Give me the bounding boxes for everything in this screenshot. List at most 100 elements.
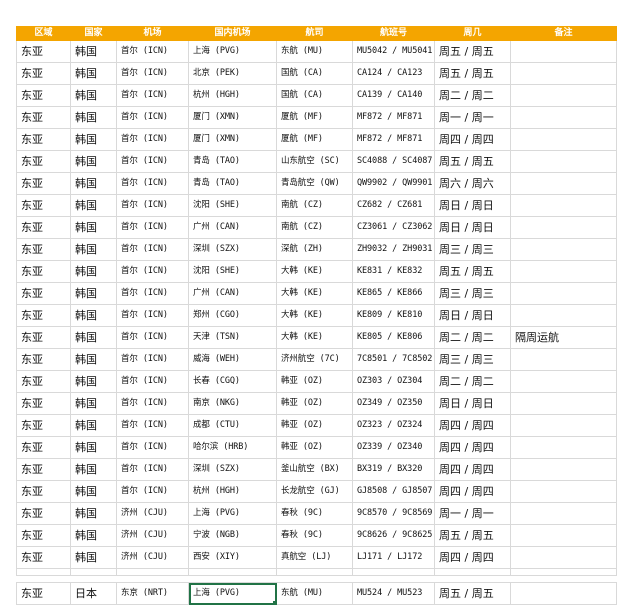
cell-country[interactable]: 韩国 [70,216,117,239]
cell-airline[interactable]: 东航 (MU) [276,582,353,605]
cell-remark[interactable] [510,128,617,151]
cell-remark[interactable]: 隔周运航 [510,326,617,349]
cell-region[interactable]: 东亚 [16,150,71,173]
cell-domestic-airport[interactable]: 青岛 (TAO) [188,150,277,173]
cell-airport[interactable]: 首尔 (ICN) [116,436,189,459]
cell-flight-number[interactable]: KE831 / KE832 [352,260,435,283]
cell-airport[interactable]: 首尔 (ICN) [116,40,189,63]
cell-airport[interactable]: 首尔 (ICN) [116,392,189,415]
cell-weekday[interactable]: 周四 / 周四 [434,128,511,151]
cell-airline[interactable]: 大韩 (KE) [276,260,353,283]
cell-domestic-airport[interactable]: 厦门 (XMN) [188,106,277,129]
empty-cell[interactable] [16,575,71,583]
cell-weekday[interactable]: 周三 / 周三 [434,282,511,305]
cell-remark[interactable] [510,582,617,605]
cell-country[interactable]: 韩国 [70,458,117,481]
cell-remark[interactable] [510,370,617,393]
cell-region[interactable]: 东亚 [16,546,71,569]
cell-domestic-airport[interactable]: 成都 (CTU) [188,414,277,437]
cell-remark[interactable] [510,62,617,85]
empty-cell[interactable] [276,568,353,576]
cell-remark[interactable] [510,480,617,503]
cell-airport[interactable]: 首尔 (ICN) [116,84,189,107]
cell-flight-number[interactable]: CZ682 / CZ681 [352,194,435,217]
cell-weekday[interactable]: 周二 / 周二 [434,326,511,349]
empty-cell[interactable] [434,575,511,583]
cell-airport[interactable]: 首尔 (ICN) [116,260,189,283]
cell-airport[interactable]: 首尔 (ICN) [116,348,189,371]
cell-remark[interactable] [510,216,617,239]
cell-airline[interactable]: 春秋 (9C) [276,502,353,525]
cell-flight-number[interactable]: 7C8501 / 7C8502 [352,348,435,371]
cell-country[interactable]: 韩国 [70,502,117,525]
cell-remark[interactable] [510,502,617,525]
cell-flight-number[interactable]: QW9902 / QW9901 [352,172,435,195]
cell-region[interactable]: 东亚 [16,582,71,605]
cell-domestic-airport[interactable]: 杭州 (HGH) [188,84,277,107]
cell-airline[interactable]: 厦航 (MF) [276,106,353,129]
cell-airline[interactable]: 韩亚 (OZ) [276,392,353,415]
cell-weekday[interactable]: 周五 / 周五 [434,524,511,547]
cell-flight-number[interactable]: KE865 / KE866 [352,282,435,305]
cell-flight-number[interactable]: OZ303 / OZ304 [352,370,435,393]
selected-cell-domestic-airport[interactable]: 上海 (PVG) [188,582,277,605]
cell-region[interactable]: 东亚 [16,282,71,305]
cell-weekday[interactable]: 周日 / 周日 [434,194,511,217]
cell-country[interactable]: 韩国 [70,480,117,503]
cell-domestic-airport[interactable]: 哈尔滨 (HRB) [188,436,277,459]
cell-airline[interactable]: 济州航空 (7C) [276,348,353,371]
cell-country[interactable]: 韩国 [70,304,117,327]
cell-airline[interactable]: 深航 (ZH) [276,238,353,261]
cell-domestic-airport[interactable]: 沈阳 (SHE) [188,194,277,217]
cell-region[interactable]: 东亚 [16,238,71,261]
cell-region[interactable]: 东亚 [16,502,71,525]
cell-weekday[interactable]: 周四 / 周四 [434,414,511,437]
cell-remark[interactable] [510,84,617,107]
cell-flight-number[interactable]: OZ339 / OZ340 [352,436,435,459]
cell-country[interactable]: 日本 [70,582,117,605]
cell-airport[interactable]: 济州 (CJU) [116,502,189,525]
cell-airport[interactable]: 首尔 (ICN) [116,172,189,195]
cell-country[interactable]: 韩国 [70,40,117,63]
cell-domestic-airport[interactable]: 广州 (CAN) [188,282,277,305]
cell-region[interactable]: 东亚 [16,392,71,415]
cell-airport[interactable]: 首尔 (ICN) [116,326,189,349]
cell-flight-number[interactable]: BX319 / BX320 [352,458,435,481]
empty-cell[interactable] [16,568,71,576]
cell-remark[interactable] [510,348,617,371]
column-header-country[interactable]: 国家 [70,26,117,41]
cell-airport[interactable]: 首尔 (ICN) [116,106,189,129]
cell-weekday[interactable]: 周四 / 周四 [434,546,511,569]
cell-airport[interactable]: 首尔 (ICN) [116,480,189,503]
cell-airport[interactable]: 济州 (CJU) [116,524,189,547]
cell-flight-number[interactable]: 9C8626 / 9C8625 [352,524,435,547]
cell-domestic-airport[interactable]: 北京 (PEK) [188,62,277,85]
cell-airline[interactable]: 春秋 (9C) [276,524,353,547]
cell-airport[interactable]: 首尔 (ICN) [116,128,189,151]
cell-country[interactable]: 韩国 [70,84,117,107]
cell-flight-number[interactable]: OZ349 / OZ350 [352,392,435,415]
cell-remark[interactable] [510,172,617,195]
cell-country[interactable]: 韩国 [70,370,117,393]
cell-country[interactable]: 韩国 [70,106,117,129]
cell-remark[interactable] [510,436,617,459]
cell-country[interactable]: 韩国 [70,414,117,437]
cell-flight-number[interactable]: CZ3061 / CZ3062 [352,216,435,239]
cell-domestic-airport[interactable]: 威海 (WEH) [188,348,277,371]
column-header-domestic-airport[interactable]: 国内机场 [188,26,277,41]
cell-weekday[interactable]: 周一 / 周一 [434,106,511,129]
cell-flight-number[interactable]: CA139 / CA140 [352,84,435,107]
cell-region[interactable]: 东亚 [16,370,71,393]
cell-country[interactable]: 韩国 [70,282,117,305]
cell-country[interactable]: 韩国 [70,128,117,151]
cell-weekday[interactable]: 周六 / 周六 [434,172,511,195]
cell-region[interactable]: 东亚 [16,436,71,459]
empty-cell[interactable] [116,575,189,583]
cell-flight-number[interactable]: 9C8570 / 9C8569 [352,502,435,525]
cell-weekday[interactable]: 周五 / 周五 [434,260,511,283]
empty-cell[interactable] [352,568,435,576]
cell-remark[interactable] [510,238,617,261]
cell-airline[interactable]: 厦航 (MF) [276,128,353,151]
cell-region[interactable]: 东亚 [16,326,71,349]
cell-airline[interactable]: 大韩 (KE) [276,304,353,327]
